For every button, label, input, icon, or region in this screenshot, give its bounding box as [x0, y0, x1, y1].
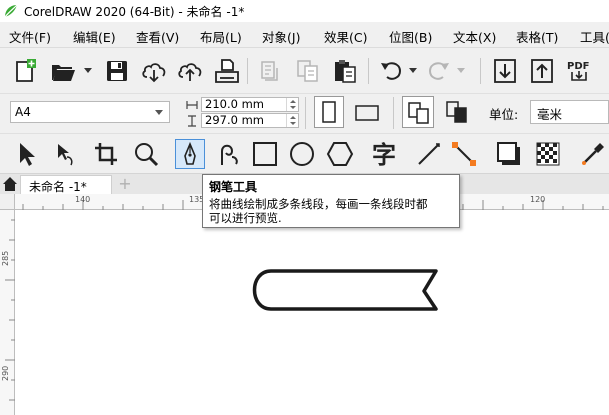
portrait-page-icon	[322, 101, 336, 123]
menu-object[interactable]: 对象(J)	[262, 27, 300, 46]
current-page-icon	[446, 101, 467, 123]
menu-effects[interactable]: 效果(C)	[324, 27, 367, 46]
width-stepper[interactable]	[286, 98, 298, 111]
tab-label: 未命名 -1*	[29, 180, 87, 194]
toolbar-separator	[305, 97, 306, 129]
pen-tool-tooltip: 钢笔工具 将曲线绘制成多条线段，每画一条线段时都 可以进行预览.	[202, 174, 460, 228]
ruler-label: 290	[1, 365, 10, 381]
width-icon	[186, 101, 198, 109]
ruler-label: 140	[75, 195, 91, 204]
spiral-tool-icon[interactable]	[214, 139, 244, 169]
text-tool-icon[interactable]: 字	[370, 139, 400, 169]
copy-icon[interactable]	[293, 56, 323, 86]
landscape-page-icon	[355, 105, 379, 121]
tooltip-desc-line1: 将曲线绘制成多条线段，每画一条线段时都	[209, 197, 428, 211]
pages-icon	[408, 102, 429, 124]
menu-bitmaps[interactable]: 位图(B)	[389, 27, 432, 46]
coreldraw-logo-icon	[4, 4, 18, 18]
tooltip-desc-line2: 可以进行预览.	[209, 211, 282, 225]
pdf-label: PDF	[567, 61, 589, 72]
crop-tool-icon[interactable]	[91, 139, 121, 169]
menu-text[interactable]: 文本(X)	[453, 27, 496, 46]
chevron-down-icon[interactable]	[457, 68, 465, 74]
pick-tool-icon[interactable]	[11, 139, 41, 169]
drawn-rounded-shape[interactable]	[252, 269, 438, 311]
cloud-download-icon[interactable]	[139, 56, 169, 86]
tab-untitled-1[interactable]: 未命名 -1*	[20, 175, 112, 194]
open-folder-icon[interactable]	[48, 56, 78, 86]
import-icon[interactable]	[490, 56, 520, 86]
page-size-select[interactable]: A4	[10, 101, 170, 123]
rectangle-tool-icon[interactable]	[250, 139, 280, 169]
home-icon[interactable]	[2, 176, 18, 192]
page-width-field[interactable]: 210.0 mm	[201, 97, 299, 112]
connector-tool-icon[interactable]	[449, 139, 479, 169]
page-size-value: A4	[15, 105, 31, 119]
toolbar-separator	[247, 58, 248, 84]
cut-icon[interactable]	[255, 56, 285, 86]
ruler-label: 285	[1, 250, 10, 266]
current-page-button[interactable]	[441, 96, 473, 128]
chevron-down-icon[interactable]	[409, 68, 417, 74]
tooltip-title: 钢笔工具	[209, 180, 258, 194]
undo-icon[interactable]	[376, 56, 406, 86]
new-document-icon[interactable]	[10, 56, 40, 86]
height-icon	[188, 115, 196, 127]
pen-tool-icon[interactable]	[175, 139, 205, 169]
drawing-canvas[interactable]	[16, 211, 609, 415]
toolbar-separator	[368, 58, 369, 84]
chevron-down-icon[interactable]	[84, 68, 92, 74]
save-icon[interactable]	[102, 56, 132, 86]
menu-layout[interactable]: 布局(L)	[200, 27, 242, 46]
units-value: 毫米	[537, 107, 563, 122]
menu-view[interactable]: 查看(V)	[136, 27, 179, 46]
toolbox: 字	[0, 134, 609, 174]
page-height-field[interactable]: 297.0 mm	[201, 113, 299, 128]
landscape-button[interactable]	[352, 96, 382, 128]
vertical-ruler[interactable]: 285 290	[0, 210, 15, 415]
ellipse-tool-icon[interactable]	[287, 139, 317, 169]
paste-icon[interactable]	[330, 56, 360, 86]
toolbar-separator	[480, 58, 481, 84]
pdf-icon[interactable]: PDF	[564, 56, 594, 86]
line-tool-icon[interactable]	[414, 139, 444, 169]
units-select[interactable]: 毫米	[530, 100, 609, 124]
height-stepper[interactable]	[286, 114, 298, 127]
property-bar: A4 210.0 mm 297.0 mm 单位: 毫米	[0, 94, 609, 134]
drop-shadow-tool-icon[interactable]	[494, 139, 524, 169]
units-label: 单位:	[489, 107, 519, 122]
menu-file[interactable]: 文件(F)	[9, 27, 51, 46]
portrait-button[interactable]	[314, 96, 344, 128]
menu-edit[interactable]: 编辑(E)	[73, 27, 116, 46]
print-icon[interactable]	[212, 56, 242, 86]
menu-bar: 文件(F) 编辑(E) 查看(V) 布局(L) 对象(J) 效果(C) 位图(B…	[0, 22, 609, 48]
ruler-ticks	[5, 219, 15, 401]
zoom-tool-icon[interactable]	[131, 139, 161, 169]
polygon-tool-icon[interactable]	[325, 139, 355, 169]
transparency-tool-icon[interactable]	[533, 139, 563, 169]
standard-toolbar: PDF	[0, 48, 609, 94]
add-tab-button[interactable]: +	[116, 176, 134, 192]
tooltip-description: 将曲线绘制成多条线段，每画一条线段时都 可以进行预览.	[209, 197, 453, 225]
menu-table[interactable]: 表格(T)	[516, 27, 558, 46]
freehand-pick-tool-icon[interactable]	[51, 139, 81, 169]
window-title: CorelDRAW 2020 (64-Bit) - 未命名 -1*	[24, 5, 245, 19]
cloud-upload-icon[interactable]	[175, 56, 205, 86]
redo-icon[interactable]	[424, 56, 454, 86]
ruler-label: 120	[530, 195, 546, 204]
title-bar: CorelDRAW 2020 (64-Bit) - 未命名 -1*	[0, 0, 609, 22]
eyedropper-tool-icon[interactable]	[578, 139, 608, 169]
menu-tools[interactable]: 工具(	[580, 27, 609, 46]
text-tool-glyph: 字	[372, 141, 396, 169]
page-height-value: 297.0 mm	[205, 113, 264, 127]
chevron-down-icon	[155, 110, 163, 115]
all-pages-button[interactable]	[402, 96, 434, 128]
toolbar-separator	[393, 97, 394, 129]
ruler-corner[interactable]	[0, 194, 15, 210]
page-width-value: 210.0 mm	[205, 97, 264, 111]
export-icon[interactable]	[527, 56, 557, 86]
canvas-drawing	[252, 269, 438, 311]
